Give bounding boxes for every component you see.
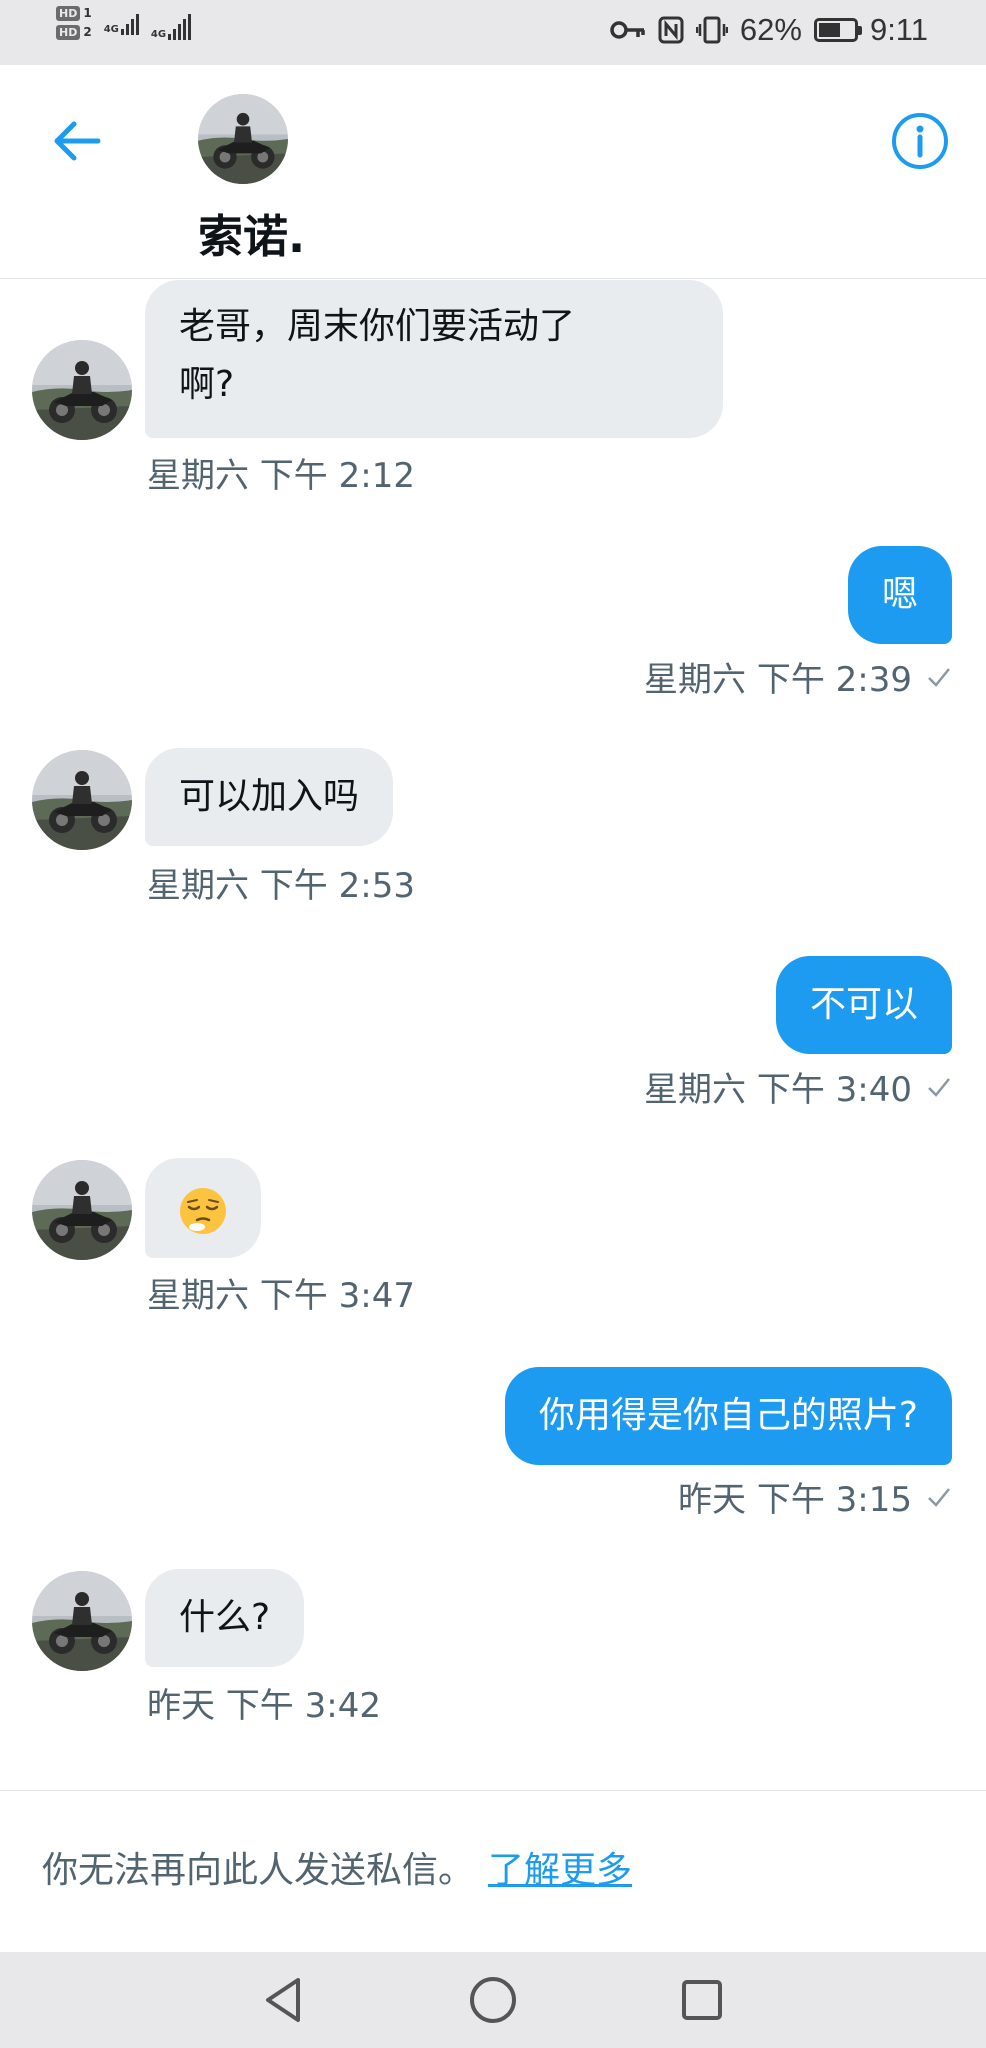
message-timestamp-row: 昨天 下午 3:15 — [678, 1472, 952, 1521]
message-timestamp: 昨天 下午 3:42 — [147, 1686, 381, 1726]
relieved-face-emoji — [180, 1188, 226, 1234]
home-circle-icon[interactable] — [465, 1972, 521, 2028]
contact-avatar[interactable] — [198, 94, 288, 184]
message-bubble-outgoing[interactable]: 嗯 — [847, 546, 952, 644]
battery-percent: 62% — [739, 12, 802, 47]
conversation-header: 索诺. — [0, 65, 986, 279]
clock: 9:11 — [869, 12, 928, 47]
sender-avatar[interactable] — [32, 1160, 132, 1260]
message-bubble-outgoing[interactable]: 你用得是你自己的照片? — [504, 1367, 952, 1465]
message-timestamp-row: 星期六 下午 3:40 — [644, 1062, 952, 1111]
sender-avatar[interactable] — [32, 750, 132, 850]
message-text: 什么? — [179, 1597, 271, 1638]
signal-indicators: HD 1 HD 2 4G 4G — [56, 6, 192, 40]
sim2-badge: HD 2 — [56, 25, 92, 40]
notice-text: 你无法再向此人发送私信。 — [42, 1850, 475, 1891]
info-icon — [892, 113, 948, 169]
sender-avatar[interactable] — [32, 340, 132, 440]
check-icon — [928, 1487, 950, 1507]
sim2-number: 2 — [83, 25, 92, 39]
message-bubble-incoming[interactable] — [145, 1158, 261, 1258]
message-timestamp-row: 星期六 下午 2:39 — [644, 652, 952, 701]
sim1-number: 1 — [83, 6, 92, 20]
status-bar: HD 1 HD 2 4G 4G 62% 9:11 — [0, 0, 986, 65]
info-button[interactable] — [890, 111, 950, 171]
status-right: 62% 9:11 — [610, 12, 928, 48]
sender-avatar[interactable] — [32, 1571, 132, 1671]
back-button[interactable] — [48, 113, 104, 169]
message-text-line: 老哥，周末你们要活动了 — [179, 306, 576, 347]
message-text-line: 啊? — [179, 364, 235, 405]
message-bubble-outgoing[interactable]: 不可以 — [775, 956, 952, 1054]
network-type-2: 4G — [150, 29, 167, 40]
message-timestamp: 星期六 下午 2:53 — [147, 866, 415, 906]
system-navigation-bar — [0, 1952, 986, 2048]
sim1-hd-label: HD — [56, 6, 81, 21]
message-timestamp: 昨天 下午 3:15 — [678, 1480, 912, 1520]
check-icon — [928, 1077, 950, 1097]
signal-bars-2-icon — [168, 14, 192, 40]
message-text: 可以加入吗 — [179, 776, 360, 817]
message-timestamp: 星期六 下午 3:40 — [644, 1070, 912, 1110]
message-timestamp: 星期六 下午 3:47 — [147, 1276, 415, 1316]
message-bubble-incoming[interactable]: 什么? — [145, 1569, 305, 1667]
learn-more-link[interactable]: 了解更多 — [488, 1850, 632, 1891]
recents-square-icon[interactable] — [674, 1972, 730, 2028]
battery-icon — [813, 18, 862, 42]
dm-restricted-notice: 你无法再向此人发送私信。 了解更多 — [42, 1841, 632, 1893]
message-timestamp: 星期六 下午 2:39 — [644, 660, 912, 700]
check-icon — [928, 667, 950, 687]
sim-badges: HD 1 HD 2 — [56, 6, 92, 40]
message-text: 嗯 — [881, 574, 918, 615]
message-text: 不可以 — [809, 984, 918, 1025]
battery-level — [818, 23, 840, 37]
message-bubble-incoming[interactable]: 老哥，周末你们要活动了 啊? — [145, 280, 723, 438]
contact-name[interactable]: 索诺. — [198, 200, 305, 265]
vibrate-icon — [695, 16, 728, 44]
signal-strength-1: 4G — [104, 14, 139, 35]
sim1-badge: HD 1 — [56, 6, 92, 21]
arrow-left-icon — [54, 121, 101, 161]
message-text: 你用得是你自己的照片? — [538, 1395, 918, 1436]
key-icon — [610, 21, 645, 39]
network-type-1: 4G — [103, 24, 119, 35]
signal-strength-2: 4G — [150, 14, 192, 40]
message-timestamp: 星期六 下午 2:12 — [147, 456, 415, 496]
message-bubble-incoming[interactable]: 可以加入吗 — [145, 748, 394, 846]
sim2-hd-label: HD — [56, 25, 81, 40]
signal-bars-1-icon — [120, 14, 139, 35]
nfc-icon — [658, 16, 684, 44]
dm-restricted-footer: 你无法再向此人发送私信。 了解更多 — [0, 1790, 986, 1953]
back-triangle-icon[interactable] — [256, 1972, 312, 2028]
